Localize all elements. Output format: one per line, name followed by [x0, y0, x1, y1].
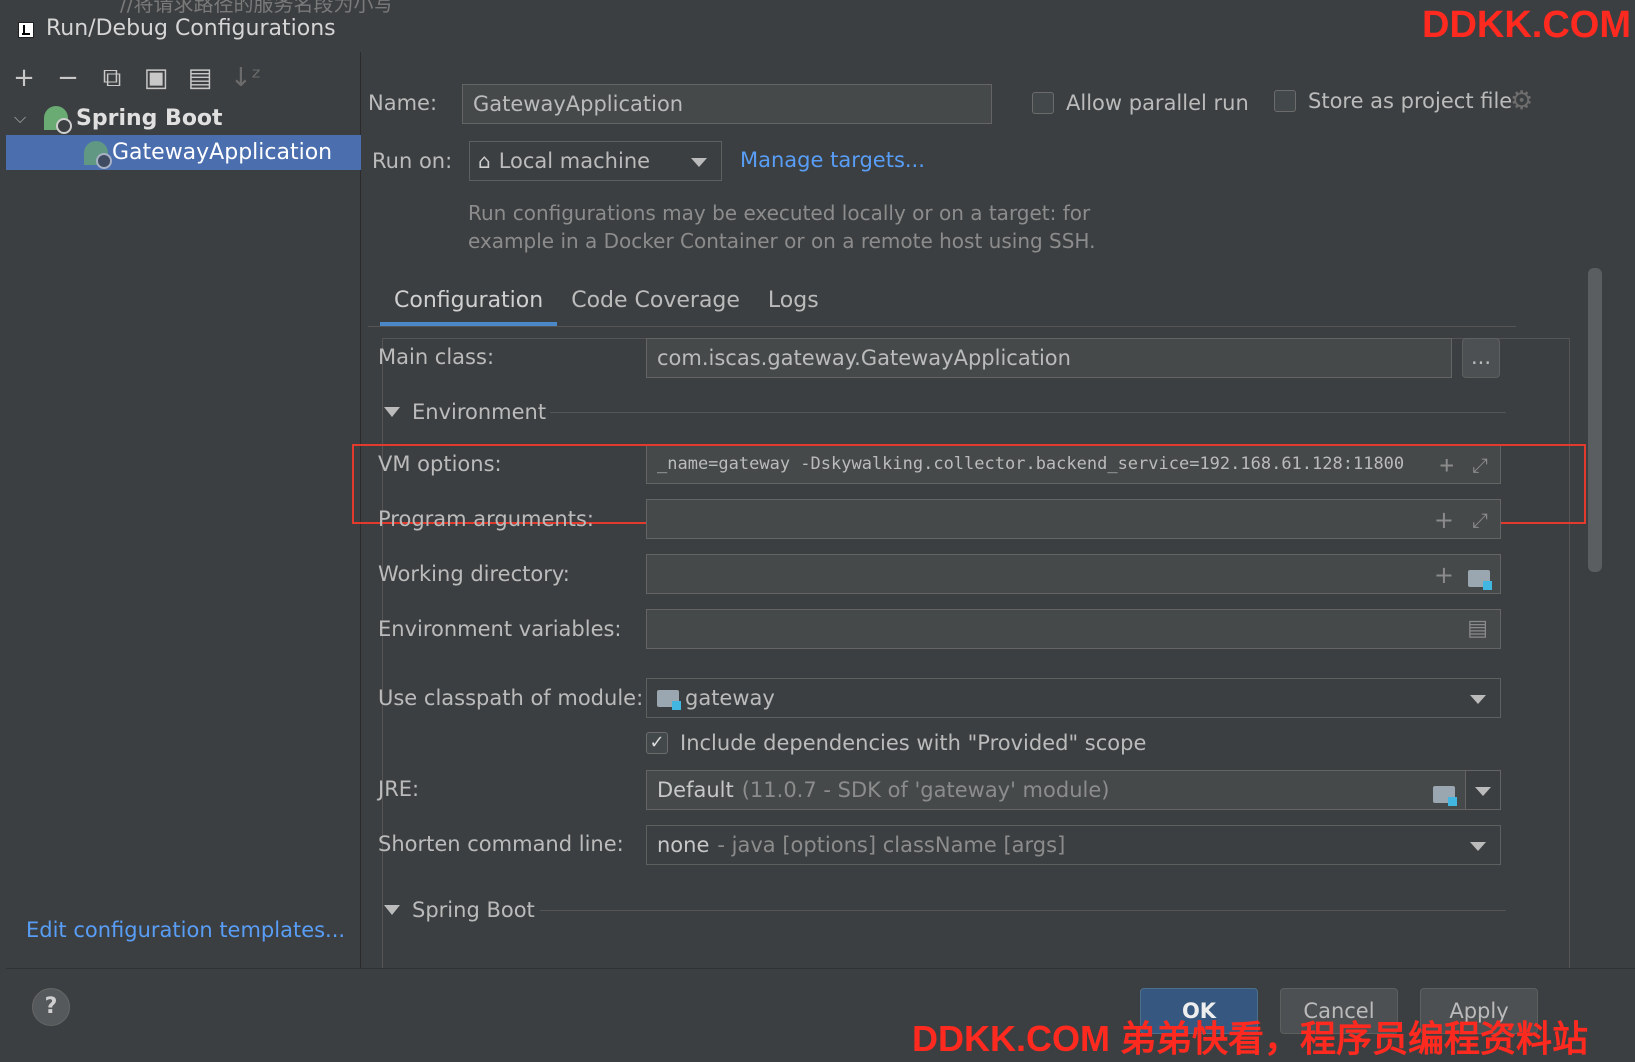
gear-icon[interactable]: ⚙: [1510, 86, 1533, 116]
shorten-hint: - java [options] className [args]: [717, 833, 1066, 857]
jre-hint: (11.0.7 - SDK of 'gateway' module): [741, 778, 1110, 802]
copy-icon[interactable]: ⧉: [98, 64, 126, 92]
store-as-project-file-label: Store as project file: [1308, 89, 1513, 113]
manage-targets-link[interactable]: Manage targets...: [740, 148, 925, 172]
environment-section-header[interactable]: Environment: [384, 400, 546, 424]
working-directory-input[interactable]: +: [646, 554, 1501, 594]
tab-code-coverage[interactable]: Code Coverage: [557, 284, 754, 326]
document-icon[interactable]: ▤: [1467, 616, 1488, 641]
chevron-down-icon: [1475, 787, 1491, 796]
tabs-divider: [368, 326, 1516, 327]
jre-dropdown-button[interactable]: [1465, 770, 1501, 810]
run-on-hint-line-1: Run configurations may be executed local…: [468, 201, 1091, 225]
environment-divider: [550, 412, 1506, 413]
tree-group-spring-boot[interactable]: ⌵ Spring Boot: [14, 100, 354, 136]
allow-parallel-run-checkbox[interactable]: [1032, 92, 1054, 114]
jre-input[interactable]: Default (11.0.7 - SDK of 'gateway' modul…: [646, 770, 1466, 810]
config-toolbar: + − ⧉ ▣ ▤ ↓ᶻ: [10, 58, 261, 98]
module-folder-icon: [657, 689, 681, 710]
expand-icon[interactable]: ⤢: [1472, 508, 1488, 532]
main-class-input[interactable]: com.iscas.gateway.GatewayApplication: [646, 338, 1452, 378]
configuration-panel: [382, 338, 1570, 968]
jre-value: Default: [657, 778, 734, 802]
intellij-app-icon: [18, 22, 34, 38]
browse-main-class-button[interactable]: ...: [1462, 338, 1500, 378]
run-on-hint-line-2: example in a Docker Container or on a re…: [468, 229, 1096, 253]
remove-icon[interactable]: −: [54, 64, 82, 92]
shorten-value: none: [657, 833, 710, 857]
sort-icon[interactable]: ↓ᶻ: [230, 64, 261, 92]
footer-divider: [6, 968, 1635, 969]
watermark-bottom: DDKK.COM 弟弟快看，程序员编程资料站: [912, 1018, 1588, 1059]
spring-boot-icon: [44, 106, 72, 134]
store-as-project-file-checkbox[interactable]: [1274, 90, 1296, 112]
help-button[interactable]: ?: [32, 988, 70, 1026]
main-class-label: Main class:: [378, 345, 495, 369]
folder-icon[interactable]: [1468, 565, 1492, 593]
collapse-triangle-icon: [384, 407, 400, 417]
home-icon: ⌂: [478, 149, 491, 173]
allow-parallel-run-label: Allow parallel run: [1066, 91, 1249, 115]
jre-label: JRE:: [378, 777, 420, 801]
tab-configuration[interactable]: Configuration: [380, 284, 558, 326]
name-input[interactable]: GatewayApplication: [462, 84, 992, 124]
tree-item-label: GatewayApplication: [112, 140, 333, 165]
run-on-value: Local machine: [498, 149, 651, 173]
classpath-module-dropdown[interactable]: gateway: [646, 678, 1501, 718]
chevron-down-icon: [1470, 695, 1486, 704]
environment-variables-label: Environment variables:: [378, 617, 622, 641]
include-provided-deps-label: Include dependencies with "Provided" sco…: [680, 731, 1147, 755]
include-provided-deps-checkbox[interactable]: ✓: [646, 732, 668, 754]
name-label: Name:: [368, 91, 438, 115]
run-on-dropdown[interactable]: ⌂ Local machine: [469, 141, 722, 181]
spring-boot-section-header[interactable]: Spring Boot: [384, 898, 535, 922]
spring-boot-section-label: Spring Boot: [412, 898, 535, 922]
scrollbar[interactable]: [1588, 268, 1602, 572]
environment-section-label: Environment: [412, 400, 547, 424]
tree-group-label: Spring Boot: [76, 105, 223, 131]
shorten-command-line-label: Shorten command line:: [378, 832, 624, 856]
shorten-command-line-dropdown[interactable]: none - java [options] className [args]: [646, 825, 1501, 865]
config-tabs: Configuration Code Coverage Logs: [380, 284, 833, 326]
run-on-label: Run on:: [372, 149, 453, 173]
collapse-triangle-icon: [384, 905, 400, 915]
chevron-down-icon: [1470, 842, 1486, 851]
classpath-module-value: gateway: [685, 686, 775, 710]
tab-logs[interactable]: Logs: [754, 284, 833, 326]
watermark-top: DDKK.COM: [1422, 4, 1631, 46]
edit-configuration-templates-link[interactable]: Edit configuration templates...: [26, 918, 345, 942]
tree-item-gateway-application[interactable]: GatewayApplication: [6, 135, 361, 170]
classpath-module-label: Use classpath of module:: [378, 686, 644, 710]
spring-boot-divider: [540, 910, 1506, 911]
window-title: Run/Debug Configurations: [46, 16, 336, 41]
environment-variables-input[interactable]: ▤: [646, 609, 1501, 649]
save-icon[interactable]: ▣: [142, 64, 170, 92]
program-arguments-label: Program arguments:: [378, 507, 594, 531]
program-arguments-input[interactable]: + ⤢: [646, 499, 1501, 539]
spring-boot-icon: [84, 140, 112, 169]
add-icon[interactable]: +: [10, 64, 38, 92]
chevron-down-icon[interactable]: ⌵: [14, 108, 34, 128]
left-panel: [6, 52, 361, 968]
working-directory-label: Working directory:: [378, 562, 570, 586]
folder-icon[interactable]: [1433, 781, 1457, 809]
new-folder-icon[interactable]: ▤: [186, 64, 214, 92]
plus-icon[interactable]: +: [1434, 506, 1454, 534]
chevron-down-icon: [691, 158, 707, 167]
plus-icon[interactable]: +: [1434, 561, 1454, 589]
background-editor-text: //将请求路径的服务名段为小写: [120, 0, 394, 16]
